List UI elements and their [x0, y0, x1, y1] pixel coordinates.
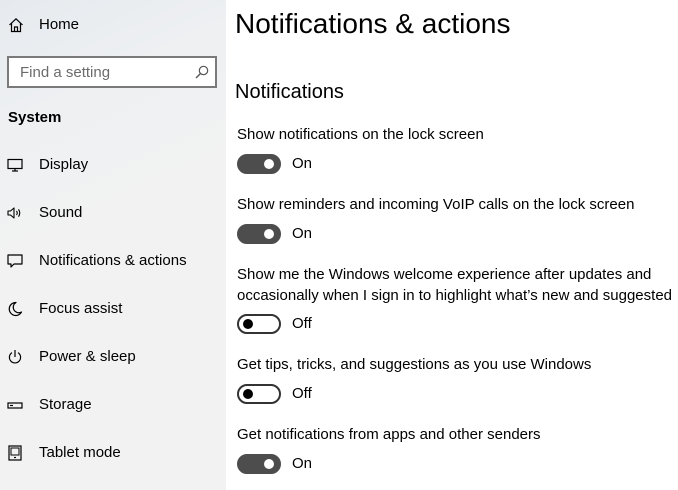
setting-label: Show reminders and incoming VoIP calls o…: [237, 196, 635, 213]
toggle-knob: [264, 229, 274, 239]
setting-label: Show notifications on the lock screen: [237, 126, 484, 143]
sidebar-item-label: Display: [39, 156, 89, 173]
toggle-state-label: Off: [292, 385, 312, 402]
display-icon: [7, 157, 23, 173]
search-input[interactable]: [9, 58, 200, 86]
sidebar-item-focus-assist[interactable]: Focus assist: [0, 285, 226, 333]
moon-icon: [7, 301, 23, 317]
page-title: Notifications & actions: [235, 8, 511, 39]
sidebar-item-notifications[interactable]: Notifications & actions: [0, 237, 226, 285]
welcome-experience-toggle[interactable]: [237, 314, 281, 334]
sidebar-item-sound[interactable]: Sound: [0, 189, 226, 237]
search-icon[interactable]: [195, 65, 209, 79]
toggle-knob: [264, 159, 274, 169]
app-notifications-toggle[interactable]: [237, 454, 281, 474]
tablet-icon: [7, 445, 23, 461]
toggle-state-label: Off: [292, 315, 312, 332]
sidebar-item-display[interactable]: Display: [0, 141, 226, 189]
sidebar-item-power-sleep[interactable]: Power & sleep: [0, 333, 226, 381]
sidebar-item-label: Power & sleep: [39, 348, 136, 365]
toggle-state-label: On: [292, 155, 313, 172]
sidebar-item-label: Storage: [39, 396, 92, 413]
setting-label-line-1: Show me the Windows welcome experience a…: [237, 266, 652, 283]
home-label: Home: [39, 16, 80, 33]
notification-icon: [7, 253, 23, 269]
sidebar-section-heading: System: [8, 109, 62, 126]
search-box: [7, 56, 217, 88]
sidebar-item-label: Sound: [39, 204, 83, 221]
main-content: Notifications & actions Notifications Sh…: [226, 0, 678, 490]
speaker-icon: [7, 205, 23, 221]
sidebar-item-storage[interactable]: Storage: [0, 381, 226, 429]
toggle-knob: [243, 389, 253, 399]
storage-icon: [7, 397, 23, 413]
lock-screen-notifications-toggle[interactable]: [237, 154, 281, 174]
sidebar-item-tablet-mode[interactable]: Tablet mode: [0, 429, 226, 477]
toggle-state-label: On: [292, 225, 313, 242]
home-icon: [8, 17, 24, 33]
home-link[interactable]: Home: [0, 0, 226, 50]
toggle-knob: [264, 459, 274, 469]
section-heading: Notifications: [235, 81, 344, 103]
setting-label-line-2: occasionally when I sign in to highlight…: [237, 287, 672, 304]
sidebar-item-label: Notifications & actions: [39, 252, 187, 269]
settings-sidebar: Home System Display: [0, 0, 226, 490]
reminders-voip-toggle[interactable]: [237, 224, 281, 244]
setting-label: Get notifications from apps and other se…: [237, 426, 541, 443]
sidebar-item-label: Focus assist: [39, 300, 123, 317]
sidebar-item-label: Tablet mode: [39, 444, 121, 461]
power-icon: [7, 349, 23, 365]
toggle-state-label: On: [292, 455, 313, 472]
setting-label: Get tips, tricks, and suggestions as you…: [237, 356, 592, 373]
toggle-knob: [243, 319, 253, 329]
tips-tricks-toggle[interactable]: [237, 384, 281, 404]
